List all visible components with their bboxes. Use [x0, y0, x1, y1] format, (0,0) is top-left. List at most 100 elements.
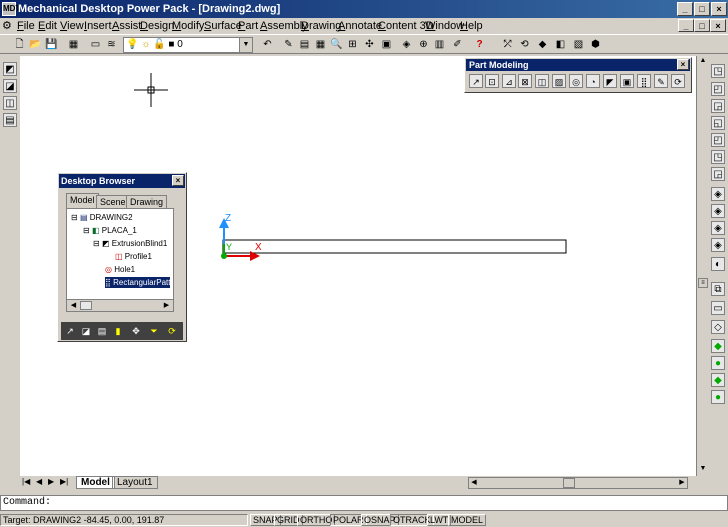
menu-design[interactable]: Design: [140, 19, 174, 33]
ne-iso-icon[interactable]: ◈: [711, 221, 725, 235]
flat-shaded-icon[interactable]: ◆: [711, 339, 725, 353]
menu-assist[interactable]: Assist: [112, 19, 141, 33]
table-icon[interactable]: ▤: [297, 37, 312, 52]
back-view-icon[interactable]: ◲: [711, 167, 725, 181]
pan-icon[interactable]: ✣: [362, 37, 377, 52]
shade-toolbar-icon[interactable]: ⧉: [711, 282, 725, 296]
new-part-icon[interactable]: ↗: [63, 324, 77, 338]
view-toolbar-icon[interactable]: ◳: [711, 64, 725, 78]
scroll-thumb[interactable]: [563, 478, 575, 488]
calc-icon[interactable]: ▥: [432, 37, 447, 52]
save-icon[interactable]: 💾: [44, 37, 59, 52]
chevron-down-icon[interactable]: ▼: [239, 38, 252, 52]
markup-icon[interactable]: ✐: [450, 37, 465, 52]
menu-window[interactable]: Window: [425, 19, 464, 33]
nw-iso-icon[interactable]: ◈: [711, 238, 725, 252]
browser-close-button[interactable]: ×: [172, 175, 184, 186]
new-icon[interactable]: 🗋: [12, 37, 27, 52]
scroll-left-icon[interactable]: ◀: [68, 300, 79, 311]
hole-icon[interactable]: ◎: [569, 74, 583, 88]
tab-drawing[interactable]: Drawing: [126, 195, 168, 209]
se-iso-icon[interactable]: ◈: [711, 204, 725, 218]
tree-node-drawing2[interactable]: ⊟ ▤ DRAWING2: [71, 212, 133, 223]
app-icon[interactable]: MDT: [2, 2, 20, 16]
tab-scene[interactable]: Scene: [96, 195, 130, 209]
scroll-right-icon[interactable]: ▶: [677, 478, 687, 488]
bottom-view-icon[interactable]: ◲: [711, 99, 725, 113]
top-view-icon[interactable]: ◰: [711, 82, 725, 96]
properties-icon[interactable]: ▣: [379, 37, 394, 52]
tree-node-rectangular-pattern[interactable]: ⣿ RectangularPatt: [105, 277, 171, 288]
right-view-icon[interactable]: ◰: [711, 133, 725, 147]
menu-surface[interactable]: Surface: [204, 19, 242, 33]
dimension-icon[interactable]: ⊠: [518, 74, 532, 88]
undo-icon[interactable]: ↶: [260, 37, 275, 52]
tab-model[interactable]: Model: [66, 193, 99, 209]
next-tab-arrow[interactable]: ▶: [48, 477, 54, 486]
navigate-icon[interactable]: ✥: [129, 324, 143, 338]
open-icon[interactable]: 📂: [28, 37, 43, 52]
toolpalette-icon[interactable]: ◈: [399, 37, 414, 52]
light-icon[interactable]: ▧: [571, 37, 586, 52]
layer-dropdown[interactable]: 💡 ☼ 🔓 ■ 0 ▼: [123, 37, 253, 53]
last-tab-arrow[interactable]: ▶|: [60, 477, 68, 486]
sw-iso-icon[interactable]: ◈: [711, 187, 725, 201]
chamfer-icon[interactable]: ◤: [603, 74, 617, 88]
scroll-thumb[interactable]: [80, 301, 92, 310]
tree-node-extrusion[interactable]: ⊟ ◩ ExtrusionBlind1: [93, 238, 167, 249]
left-view-icon[interactable]: ◱: [711, 116, 725, 130]
edit-feature-icon[interactable]: ✎: [654, 74, 668, 88]
update-browser-icon[interactable]: ⟳: [165, 324, 179, 338]
gouraud-icon[interactable]: ●: [711, 356, 725, 370]
part-modeling-title[interactable]: Part Modeling: [466, 59, 690, 71]
part-modeling-close-button[interactable]: ×: [677, 59, 689, 70]
menu-part[interactable]: Part: [238, 19, 258, 33]
layer-previous-icon[interactable]: ▭: [88, 37, 103, 52]
filter-icon[interactable]: ⏷: [147, 324, 161, 338]
doc-minimize-button[interactable]: _: [678, 19, 694, 32]
coordinate-display[interactable]: Target: DRAWING2 -84.45, 0.00, 191.87: [0, 514, 248, 526]
browser-tree[interactable]: ⊟ ▤ DRAWING2 ⊟ ◧ PLACA_1 ⊟ ◩ ExtrusionBl…: [66, 208, 174, 312]
activate-part-icon[interactable]: ◪: [79, 324, 93, 338]
vertical-scrollbar[interactable]: ▲ ≡ ▼: [696, 56, 708, 476]
scroll-thumb[interactable]: ≡: [698, 278, 708, 288]
minimize-button[interactable]: _: [677, 2, 693, 16]
scroll-right-icon[interactable]: ▶: [161, 300, 172, 311]
tree-node-profile[interactable]: ◫ Profile1: [115, 251, 152, 262]
designcenter-icon[interactable]: ⊕: [416, 37, 431, 52]
shell-icon[interactable]: ▣: [620, 74, 634, 88]
shade-icon[interactable]: ◆: [535, 37, 550, 52]
grid-icon[interactable]: ▦: [313, 37, 328, 52]
menu-help[interactable]: Help: [460, 19, 483, 33]
desktop-browser-title[interactable]: Desktop Browser: [59, 174, 185, 188]
tab-layout1[interactable]: Layout1: [112, 476, 158, 489]
catalog-icon[interactable]: ▤: [95, 324, 109, 338]
drawing-icon[interactable]: ▤: [3, 113, 17, 127]
gouraud-edges-icon[interactable]: ●: [711, 390, 725, 404]
front-view-icon[interactable]: ◳: [711, 150, 725, 164]
scroll-up-icon[interactable]: ▲: [698, 56, 708, 66]
draw-icon[interactable]: ✎: [281, 37, 296, 52]
orbit-icon[interactable]: ⤱: [500, 37, 515, 52]
expand-toggle-icon[interactable]: ⊟: [71, 213, 78, 222]
pattern-icon[interactable]: ⣿: [637, 74, 651, 88]
command-line[interactable]: Command:: [0, 495, 728, 511]
tree-hscrollbar[interactable]: ◀ ▶: [67, 299, 173, 311]
camera-icon[interactable]: ◐: [711, 257, 725, 271]
expand-toggle-icon[interactable]: ⊟: [83, 226, 90, 235]
tree-node-hole[interactable]: ◎ Hole1: [105, 264, 135, 275]
doc-close-button[interactable]: ×: [710, 19, 726, 32]
render-icon[interactable]: ◧: [553, 37, 568, 52]
menu-file[interactable]: File: [17, 19, 35, 33]
layer-states-icon[interactable]: ≋: [104, 37, 119, 52]
fillet-icon[interactable]: ◔: [586, 74, 600, 88]
maximize-button[interactable]: □: [694, 2, 710, 16]
horizontal-scrollbar[interactable]: ◀ ▶: [468, 477, 688, 489]
expand-toggle-icon[interactable]: ⊟: [93, 239, 100, 248]
model-toggle[interactable]: MODEL: [448, 514, 487, 526]
new-sketch-plane-icon[interactable]: ↗: [469, 74, 483, 88]
flat-edges-icon[interactable]: ◆: [711, 373, 725, 387]
menu-insert[interactable]: Insert: [84, 19, 112, 33]
tab-model-layout[interactable]: Model: [76, 476, 115, 489]
close-button[interactable]: ×: [711, 2, 727, 16]
